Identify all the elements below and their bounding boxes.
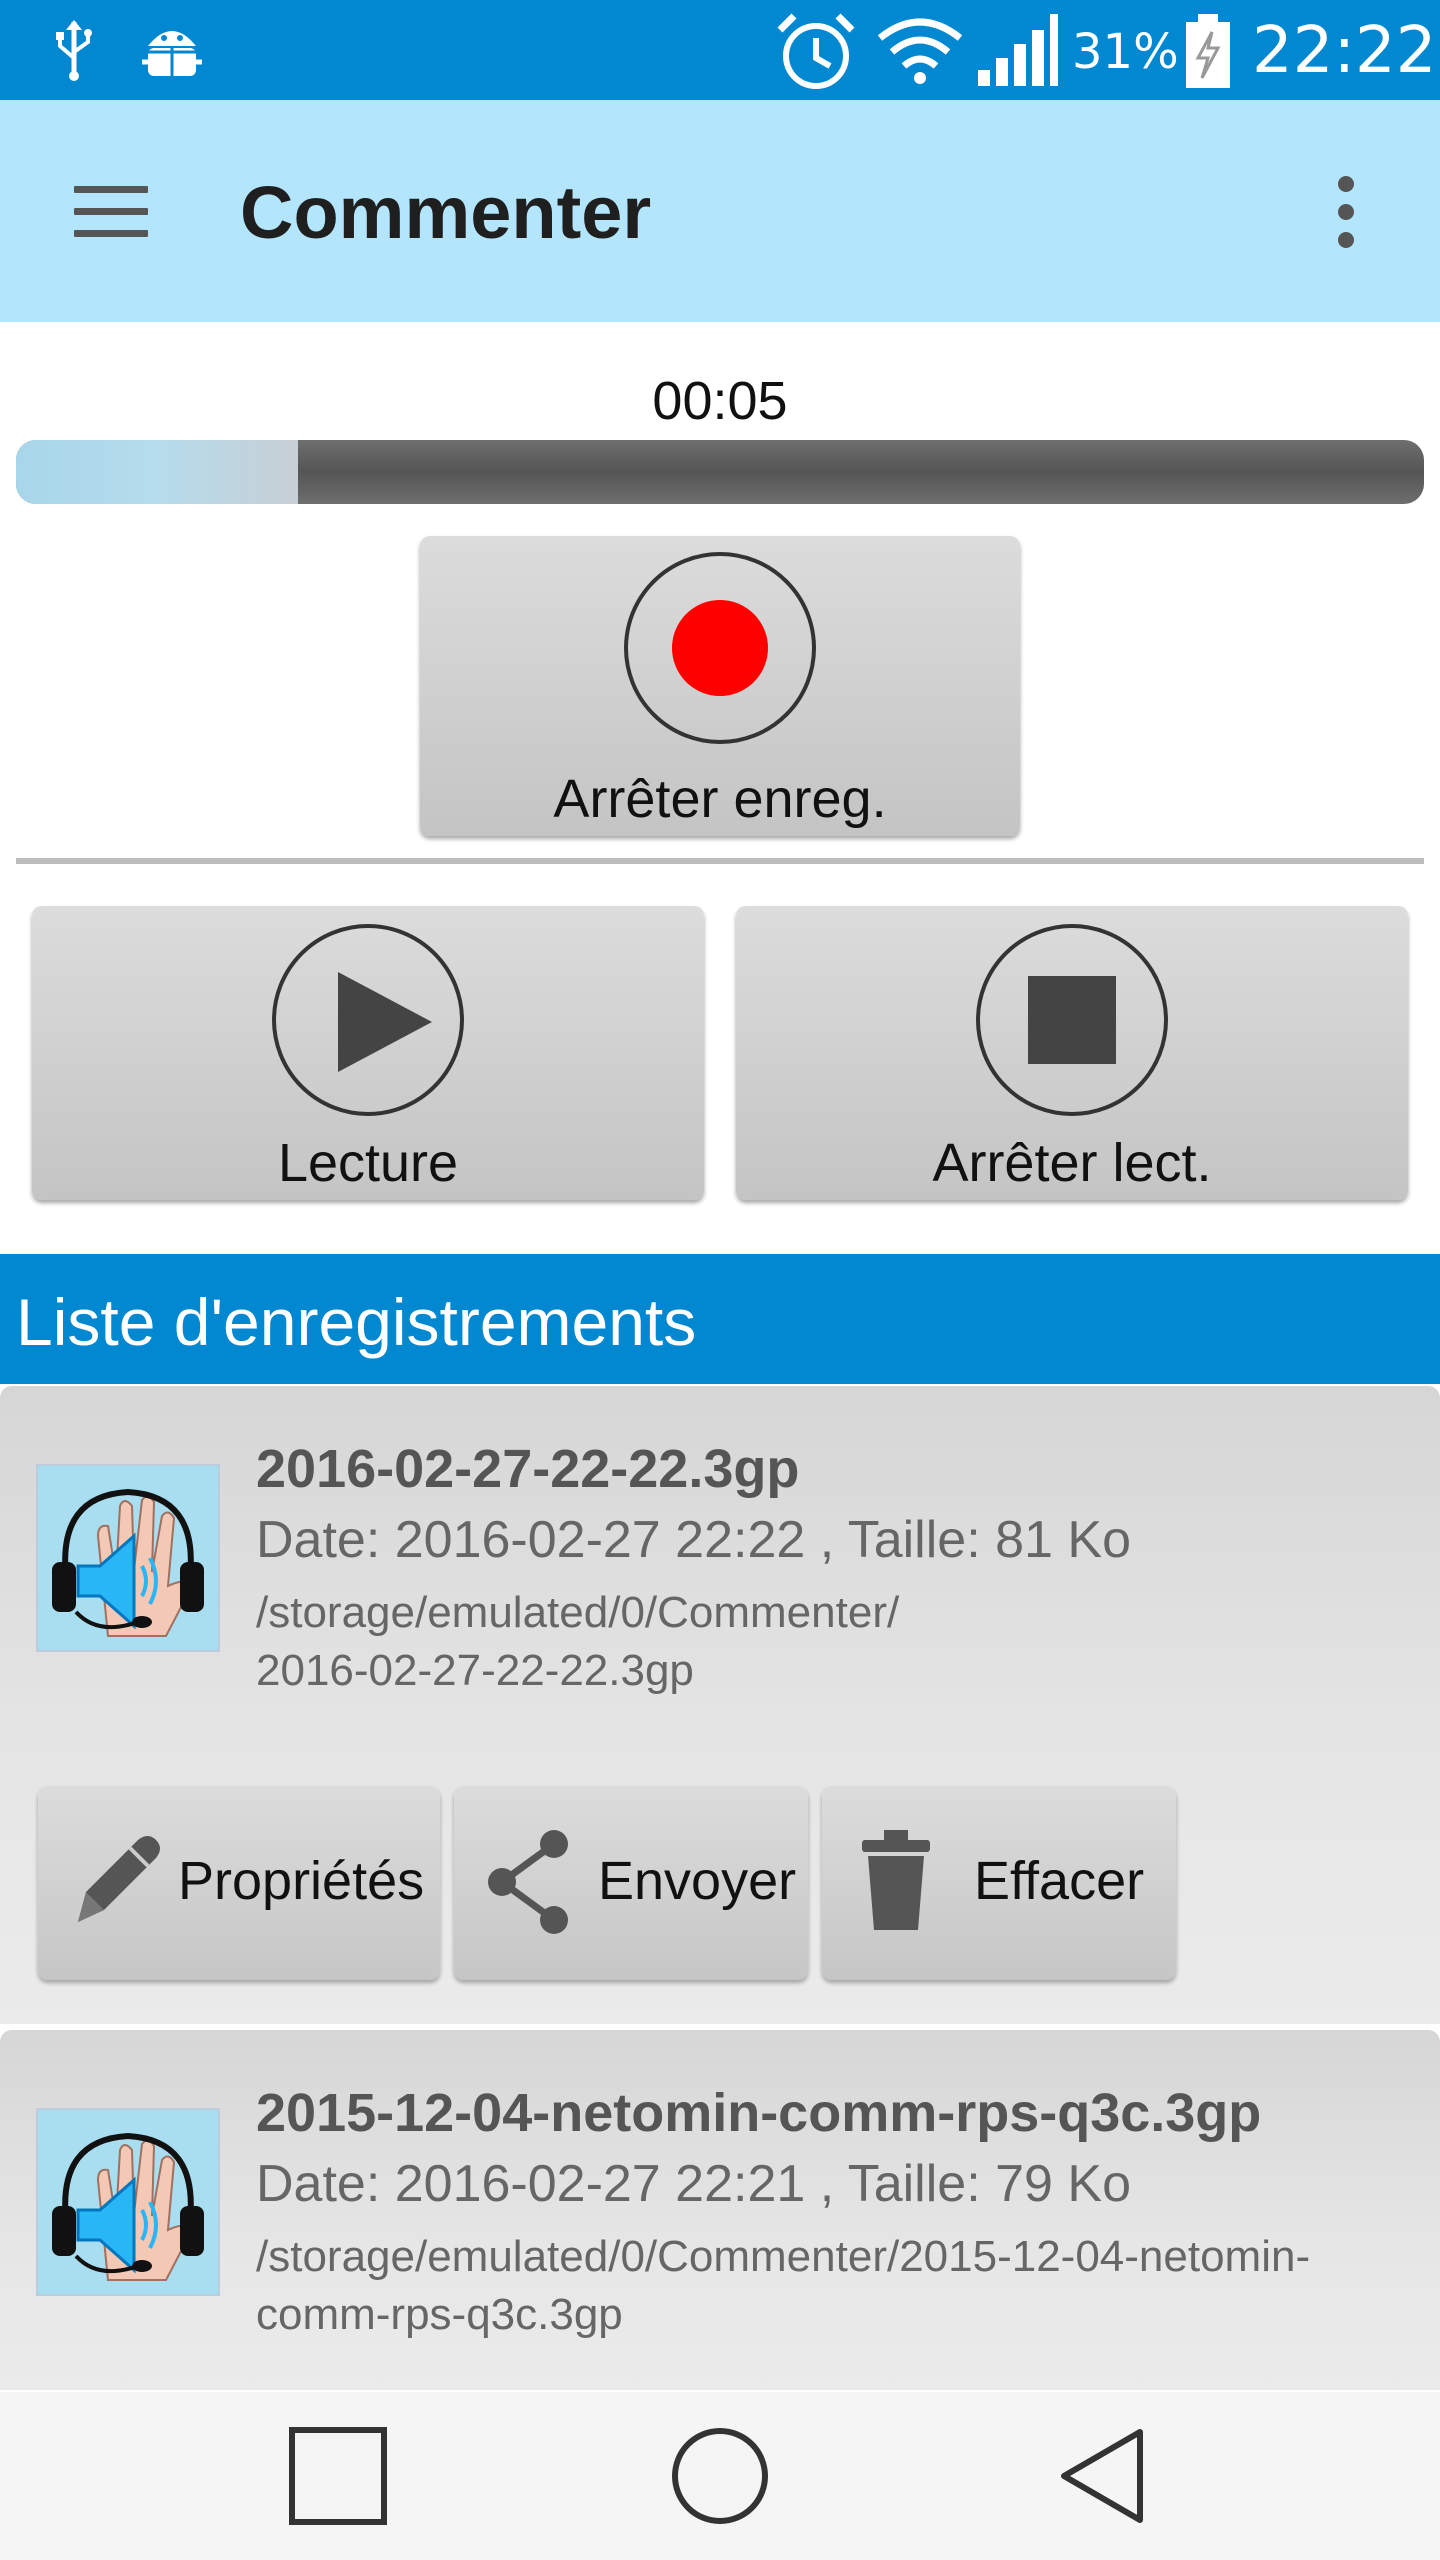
recording-meta: Date: 2016-02-27 22:21 , Taille: 79 Ko <box>256 2155 1131 2213</box>
app-title: Commenter <box>240 171 652 254</box>
recording-timer: 00:05 <box>652 371 788 431</box>
recording-progress-bar <box>16 440 1424 504</box>
recording-name: 2016-02-27-22-22.3gp <box>256 1439 800 1499</box>
stop-playback-label: Arrêter lect. <box>932 1133 1212 1193</box>
send-label: Envoyer <box>598 1851 797 1911</box>
usb-icon <box>56 20 92 81</box>
android-debug-icon <box>142 31 202 76</box>
recording-path-line-2: comm-rps-q3c.3gp <box>256 2290 623 2339</box>
delete-button[interactable]: Effacer <box>822 1786 1176 1980</box>
stop-icon <box>976 924 1168 1116</box>
recording-path: /storage/emulated/0/Commenter/ 2016-02-2… <box>256 1584 1436 1700</box>
progress-fill <box>16 440 298 504</box>
trash-icon <box>862 1830 930 1930</box>
navigation-bar <box>0 2392 1440 2560</box>
stop-recording-button[interactable]: Arrêter enreg. <box>420 536 1020 836</box>
recording-name: 2015-12-04-netomin-comm-rps-q3c.3gp <box>256 2083 1262 2143</box>
signal-icon <box>978 14 1058 86</box>
pencil-icon <box>78 1836 160 1922</box>
recording-path: /storage/emulated/0/Commenter/2015-12-04… <box>256 2228 1436 2344</box>
stop-playback-button[interactable]: Arrêter lect. <box>736 906 1408 1200</box>
clock: 22:22 <box>1252 14 1437 88</box>
status-bar: 31% 22:22 <box>0 0 1440 100</box>
recording-thumbnail-icon <box>36 2108 220 2296</box>
list-item[interactable]: 2015-12-04-netomin-comm-rps-q3c.3gp Date… <box>0 2030 1440 2390</box>
delete-label: Effacer <box>974 1851 1145 1911</box>
stop-recording-label: Arrêter enreg. <box>553 769 887 829</box>
send-button[interactable]: Envoyer <box>454 1786 808 1980</box>
recording-thumbnail-icon <box>36 1464 220 1652</box>
properties-label: Propriétés <box>178 1851 425 1911</box>
app-bar: Commenter <box>0 100 1440 322</box>
list-item[interactable]: 2016-02-27-22-22.3gp Date: 2016-02-27 22… <box>0 1386 1440 2024</box>
alarm-icon <box>777 13 855 89</box>
battery-percent: 31% <box>1072 24 1179 80</box>
play-button[interactable]: Lecture <box>32 906 704 1200</box>
play-icon <box>272 924 464 1116</box>
recording-path-line-1: /storage/emulated/0/Commenter/ <box>256 1588 900 1637</box>
recordings-list-title: Liste d'enregistrements <box>16 1285 697 1359</box>
play-label: Lecture <box>277 1133 459 1193</box>
wifi-icon <box>877 18 963 84</box>
home-icon[interactable] <box>670 2426 770 2526</box>
battery-charging-icon <box>1186 14 1230 88</box>
back-icon[interactable] <box>1056 2426 1146 2526</box>
record-icon <box>624 552 816 744</box>
divider <box>16 858 1424 864</box>
recent-apps-icon[interactable] <box>288 2426 388 2526</box>
recording-path-line-1: /storage/emulated/0/Commenter/2015-12-04… <box>256 2232 1311 2281</box>
recording-meta: Date: 2016-02-27 22:22 , Taille: 81 Ko <box>256 1511 1131 1569</box>
share-icon <box>488 1830 568 1934</box>
overflow-menu-icon[interactable] <box>1326 176 1366 256</box>
recordings-list-header: Liste d'enregistrements <box>0 1254 1440 1384</box>
hamburger-menu-icon[interactable] <box>74 186 148 238</box>
properties-button[interactable]: Propriétés <box>38 1786 440 1980</box>
recording-path-line-2: 2016-02-27-22-22.3gp <box>256 1646 694 1695</box>
